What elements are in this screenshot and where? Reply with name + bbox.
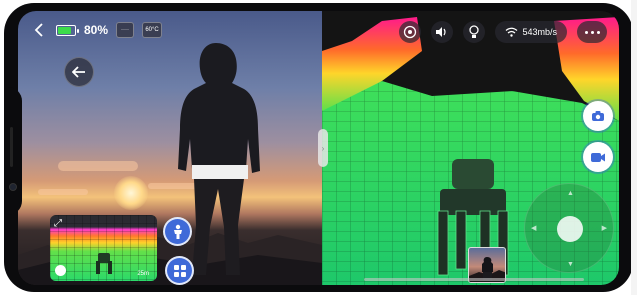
- chevron-left-icon[interactable]: [30, 21, 48, 39]
- joystick-knob[interactable]: [557, 216, 583, 242]
- wifi-icon: [506, 27, 518, 37]
- front-camera: [9, 183, 17, 191]
- compass-icon: [55, 265, 66, 276]
- video-camera-icon: [591, 152, 605, 162]
- split-view-handle[interactable]: ›: [318, 129, 328, 167]
- phone-frame: 80% ···· 60°C ⤢ 25m 543mb/s ▲ ▼ ◀ ▶ ›: [4, 3, 633, 292]
- volume-icon[interactable]: [431, 21, 454, 43]
- side-notch: [4, 87, 22, 215]
- status-row: 80% ···· 60°C: [30, 21, 163, 39]
- sun: [114, 176, 148, 210]
- lidar-view[interactable]: 543mb/s ▲ ▼ ◀ ▶: [322, 11, 619, 285]
- app-screen: 80% ···· 60°C ⤢ 25m 543mb/s ▲ ▼ ◀ ▶ ›: [18, 11, 619, 285]
- apps-button[interactable]: [165, 256, 194, 285]
- expand-icon[interactable]: ⤢: [54, 218, 62, 229]
- person-mode-button[interactable]: [163, 217, 192, 246]
- target-icon[interactable]: [399, 21, 422, 43]
- network-speed: 543mb/s: [522, 27, 557, 37]
- robot-marker: [96, 253, 112, 274]
- temperature-chip: 60°C: [142, 22, 163, 38]
- movement-joystick[interactable]: ▲ ▼ ◀ ▶: [524, 183, 614, 273]
- page-edge: [631, 0, 637, 295]
- battery-icon: [56, 24, 79, 36]
- network-speed-pill: 543mb/s: [495, 21, 567, 43]
- apps-grid-icon: [173, 264, 186, 277]
- take-photo-button[interactable]: [583, 101, 613, 131]
- more-icon[interactable]: [577, 21, 607, 43]
- battery-level: [58, 26, 71, 34]
- camera-icon: [592, 111, 604, 121]
- battery-percent: 80%: [84, 23, 109, 37]
- timeline-scrubber[interactable]: [364, 278, 584, 281]
- mini-map[interactable]: ⤢ 25m: [50, 215, 157, 281]
- signal-chip: ····: [116, 22, 135, 38]
- record-video-button[interactable]: [583, 142, 613, 172]
- person-icon: [173, 224, 182, 239]
- map-scale: 25m: [137, 271, 149, 277]
- camera-feed: 80% ···· 60°C ⤢ 25m: [18, 11, 322, 285]
- arrow-left-icon[interactable]: [64, 57, 94, 87]
- lightbulb-icon[interactable]: [463, 21, 486, 43]
- top-toolbar: 543mb/s: [399, 21, 607, 43]
